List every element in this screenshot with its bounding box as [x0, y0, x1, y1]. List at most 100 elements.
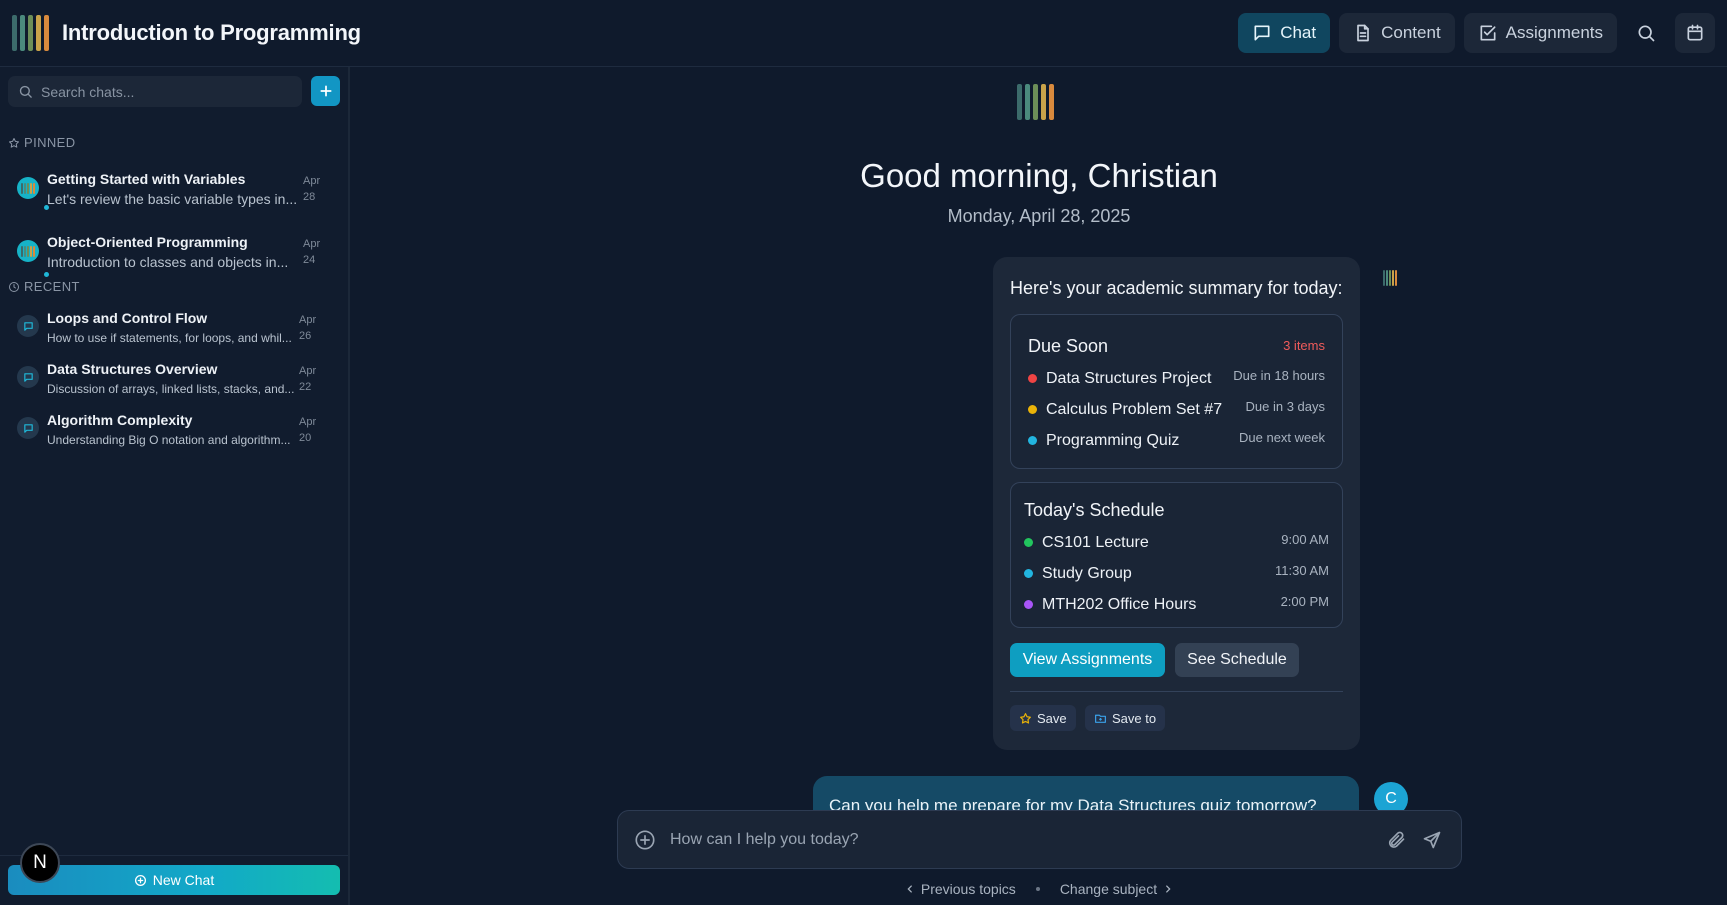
- due-item[interactable]: Data Structures Project Due in 18 hours: [1028, 368, 1325, 390]
- add-chat-button[interactable]: [311, 76, 340, 106]
- status-dot: [1024, 600, 1033, 609]
- recent-chat-item[interactable]: Algorithm Complexity Understanding Big O…: [0, 405, 348, 453]
- chat-icon: [1254, 25, 1270, 41]
- recent-section-label: RECENT: [8, 279, 80, 294]
- folder-icon: [1095, 714, 1106, 723]
- app-logo: [12, 15, 49, 51]
- view-assignments-button[interactable]: View Assignments: [1010, 643, 1165, 677]
- due-item-label: Data Structures Project: [1046, 370, 1212, 387]
- due-item-meta: Due in 18 hours: [1233, 368, 1325, 383]
- save-to-label: Save to: [1112, 710, 1157, 726]
- chat-title: Object-Oriented Programming: [47, 234, 248, 250]
- recent-chat-item[interactable]: Loops and Control Flow How to use if sta…: [0, 303, 348, 351]
- status-dot: [1024, 538, 1033, 547]
- assistant-avatar: [1383, 270, 1397, 286]
- see-schedule-button[interactable]: See Schedule: [1175, 643, 1299, 677]
- chat-icon: [23, 423, 33, 433]
- schedule-item-label: CS101 Lecture: [1042, 534, 1149, 551]
- date-day: 26: [299, 330, 312, 342]
- recent-chat-item[interactable]: Data Structures Overview Discussion of a…: [0, 354, 348, 402]
- date-day: 22: [299, 381, 312, 393]
- change-subject-label: Change subject: [1059, 881, 1158, 897]
- user-message-bubble: Can you help me prepare for my Data Stru…: [813, 776, 1359, 810]
- schedule-item-time: 2:00 PM: [1280, 594, 1329, 609]
- divider: [1010, 691, 1343, 692]
- tab-content[interactable]: Content: [1339, 13, 1455, 53]
- date-month: Apr: [299, 314, 317, 326]
- greeting: Good morning, Christian: [860, 157, 1218, 194]
- logo-bar: [1041, 84, 1046, 120]
- document-icon: [1357, 24, 1369, 42]
- chat-avatar: [17, 417, 39, 439]
- send-icon[interactable]: [1422, 830, 1442, 850]
- chat-avatar: [17, 240, 39, 262]
- due-item-label: Programming Quiz: [1046, 432, 1180, 449]
- schedule-item-time: 9:00 AM: [1281, 532, 1329, 547]
- top-header: Introduction to Programming Chat Content…: [0, 0, 1727, 67]
- due-item[interactable]: Calculus Problem Set #7 Due in 3 days: [1028, 399, 1325, 421]
- logo-bar: [20, 15, 25, 51]
- date-month: Apr: [299, 365, 317, 377]
- chevron-left-icon: [907, 885, 912, 893]
- star-icon: [1020, 712, 1031, 724]
- paperclip-icon[interactable]: [1386, 830, 1406, 850]
- status-dot: [1024, 569, 1033, 578]
- schedule-title: Today's Schedule: [1024, 500, 1165, 520]
- tab-chat[interactable]: Chat: [1238, 13, 1331, 53]
- calendar-button[interactable]: [1675, 13, 1715, 53]
- chat-preview: Introduction to classes and objects in..…: [47, 254, 289, 270]
- plus-circle-icon[interactable]: [634, 829, 656, 851]
- logo-bar: [36, 15, 41, 51]
- chat-title: Algorithm Complexity: [47, 412, 193, 428]
- chat-preview: Discussion of arrays, linked lists, stac…: [47, 382, 295, 396]
- previous-topics-link[interactable]: Previous topics: [905, 881, 1016, 897]
- date-day: 20: [299, 432, 312, 444]
- chat-date: Apr 22: [299, 363, 321, 395]
- chat-icon: [23, 372, 33, 382]
- topic-navigation: Previous topics Change subject: [0, 881, 1727, 897]
- search-button[interactable]: [1626, 13, 1666, 53]
- plus-icon: [319, 85, 332, 97]
- message-input[interactable]: [670, 829, 1350, 851]
- due-item-meta: Due next week: [1239, 430, 1325, 445]
- save-to-button[interactable]: Save to: [1085, 705, 1166, 731]
- search-icon: [1638, 25, 1655, 42]
- chat-title: Loops and Control Flow: [47, 310, 208, 326]
- change-subject-link[interactable]: Change subject: [1060, 881, 1173, 897]
- user-message-text: Can you help me prepare for my Data Stru…: [829, 796, 1317, 810]
- separator-dot: [1035, 887, 1040, 891]
- tab-assignments[interactable]: Assignments: [1463, 13, 1617, 53]
- due-item[interactable]: Programming Quiz Due next week: [1028, 430, 1325, 452]
- chat-avatar: [17, 315, 39, 337]
- save-label: Save: [1037, 710, 1067, 726]
- chat-date: Apr 26: [299, 312, 321, 344]
- due-soon-box: Due Soon 3 items Data Structures Project…: [1010, 314, 1343, 469]
- clock-icon: [9, 281, 19, 292]
- message-composer: [617, 810, 1462, 869]
- schedule-item-label: Study Group: [1042, 565, 1132, 582]
- logo-bar: [1025, 84, 1030, 120]
- due-item-meta: Due in 3 days: [1245, 399, 1326, 414]
- chat-avatar: [17, 366, 39, 388]
- date-day: 24: [303, 254, 316, 266]
- status-dot: [1028, 374, 1037, 383]
- schedule-item[interactable]: CS101 Lecture 9:00 AM: [1024, 532, 1329, 554]
- page-title: Introduction to Programming: [62, 20, 361, 45]
- pinned-chat-item[interactable]: Object-Oriented Programming Introduction…: [0, 227, 348, 279]
- date-month: Apr: [303, 238, 321, 250]
- chevron-right-icon: [1166, 885, 1171, 893]
- schedule-item-time: 11:30 AM: [1275, 563, 1329, 578]
- status-dot: [1028, 436, 1037, 445]
- save-button[interactable]: Save: [1010, 705, 1076, 731]
- academic-summary-card: Here's your academic summary for today: …: [993, 257, 1360, 750]
- star-icon: [9, 137, 19, 148]
- schedule-item[interactable]: MTH202 Office Hours 2:00 PM: [1024, 594, 1329, 616]
- chat-search: [8, 76, 302, 107]
- due-item-label: Calculus Problem Set #7: [1046, 401, 1223, 418]
- user-badge[interactable]: N: [20, 843, 60, 883]
- chat-title: Data Structures Overview: [47, 361, 218, 377]
- logo-bar: [1017, 84, 1022, 120]
- chat-preview: Understanding Big O notation and algorit…: [47, 433, 291, 447]
- search-input[interactable]: [41, 83, 291, 100]
- schedule-item[interactable]: Study Group 11:30 AM: [1024, 563, 1329, 585]
